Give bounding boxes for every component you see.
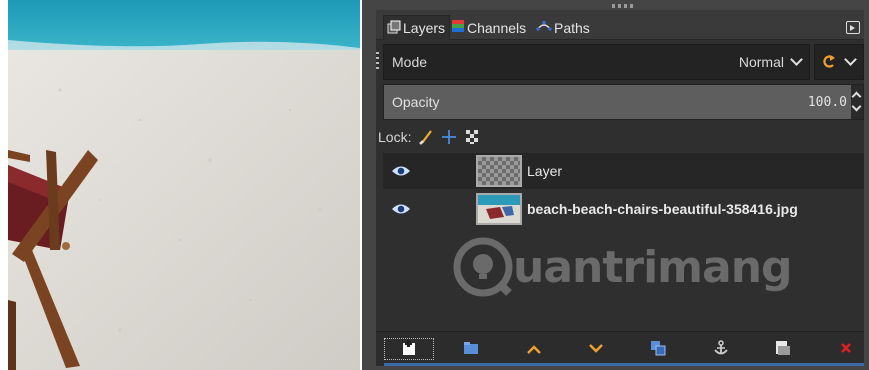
beach-photo (0, 0, 360, 370)
tab-channels-label: Channels (467, 19, 527, 36)
anchor-layer-button[interactable] (709, 338, 733, 360)
add-mask-button[interactable] (771, 338, 795, 360)
tab-paths[interactable]: Paths (533, 15, 594, 40)
paths-icon (536, 19, 552, 36)
dock-tabs: Layers Channels Paths (376, 10, 864, 40)
watermark-text: uantrimang (513, 241, 793, 293)
drag-handle[interactable] (376, 52, 379, 72)
layer-thumbnail-transparent (476, 155, 522, 187)
layer-name: beach-beach-chairs-beautiful-358416.jpg (527, 201, 798, 217)
lock-alpha-icon[interactable] (465, 129, 481, 145)
lock-pixels-icon[interactable] (419, 129, 433, 145)
tab-layers-label: Layers (403, 20, 446, 36)
tab-layers[interactable]: Layers (383, 15, 451, 40)
reset-mode-icon (823, 54, 837, 71)
selection-accent-bar (384, 363, 864, 366)
layers-toolbar (376, 331, 864, 366)
delete-layer-icon (840, 342, 852, 357)
lock-row: Lock: (378, 126, 481, 148)
raise-layer-icon (526, 342, 542, 357)
layer-thumbnail-photo (476, 193, 522, 225)
mode-select[interactable]: Mode Normal (383, 44, 810, 80)
layers-icon (387, 20, 401, 37)
mode-label: Mode (392, 54, 428, 70)
raise-layer-button[interactable] (522, 338, 546, 360)
spin-down-icon[interactable] (851, 101, 862, 112)
mask-icon (775, 340, 791, 359)
new-layer-group-button[interactable] (459, 338, 483, 360)
tab-paths-label: Paths (554, 19, 590, 36)
tab-channels[interactable]: Channels (448, 15, 530, 40)
spin-up-icon[interactable] (851, 91, 862, 102)
image-canvas[interactable] (0, 0, 362, 370)
layers-dialog: Layers Channels Paths Mode Normal Opacit… (376, 10, 864, 366)
layer-name: Layer (527, 163, 563, 179)
dock-grip-handle[interactable] (612, 4, 636, 8)
new-layer-icon (400, 339, 418, 359)
lower-layer-button[interactable] (584, 338, 608, 360)
mode-row: Mode Normal (376, 44, 864, 80)
layers-dock: Layers Channels Paths Mode Normal Opacit… (362, 0, 869, 370)
layer-row-layer[interactable]: Layer (383, 153, 864, 189)
composite-mode-button[interactable] (814, 44, 864, 80)
opacity-label: Opacity (392, 94, 440, 110)
lock-label: Lock: (378, 129, 412, 145)
duplicate-layer-icon (650, 340, 666, 359)
delete-layer-button[interactable] (834, 338, 858, 360)
mode-value: Normal (738, 54, 784, 70)
channels-icon (451, 19, 465, 36)
anchor-layer-icon (713, 339, 729, 359)
new-layer-button[interactable] (384, 338, 434, 360)
lower-layer-icon (588, 342, 604, 357)
watermark-logo: uantrimang (453, 235, 793, 299)
opacity-value: 100.0 (807, 94, 847, 110)
lock-position-icon[interactable] (441, 129, 457, 145)
new-layer-group-icon (463, 341, 479, 358)
watermark-bulb-icon (453, 237, 513, 297)
layer-row-background[interactable]: beach-beach-chairs-beautiful-358416.jpg (383, 191, 864, 227)
duplicate-layer-button[interactable] (646, 338, 670, 360)
chevron-down-icon (790, 53, 803, 66)
opacity-spinner[interactable] (851, 85, 863, 119)
visibility-eye-icon[interactable] (391, 202, 411, 219)
layers-list: Layer beach-beach-chairs-beautiful-35841… (383, 153, 864, 333)
opacity-slider[interactable]: Opacity 100.0 (383, 84, 864, 120)
chevron-down-icon (844, 53, 857, 66)
visibility-eye-icon[interactable] (391, 164, 411, 181)
tab-menu-button[interactable] (846, 21, 860, 34)
